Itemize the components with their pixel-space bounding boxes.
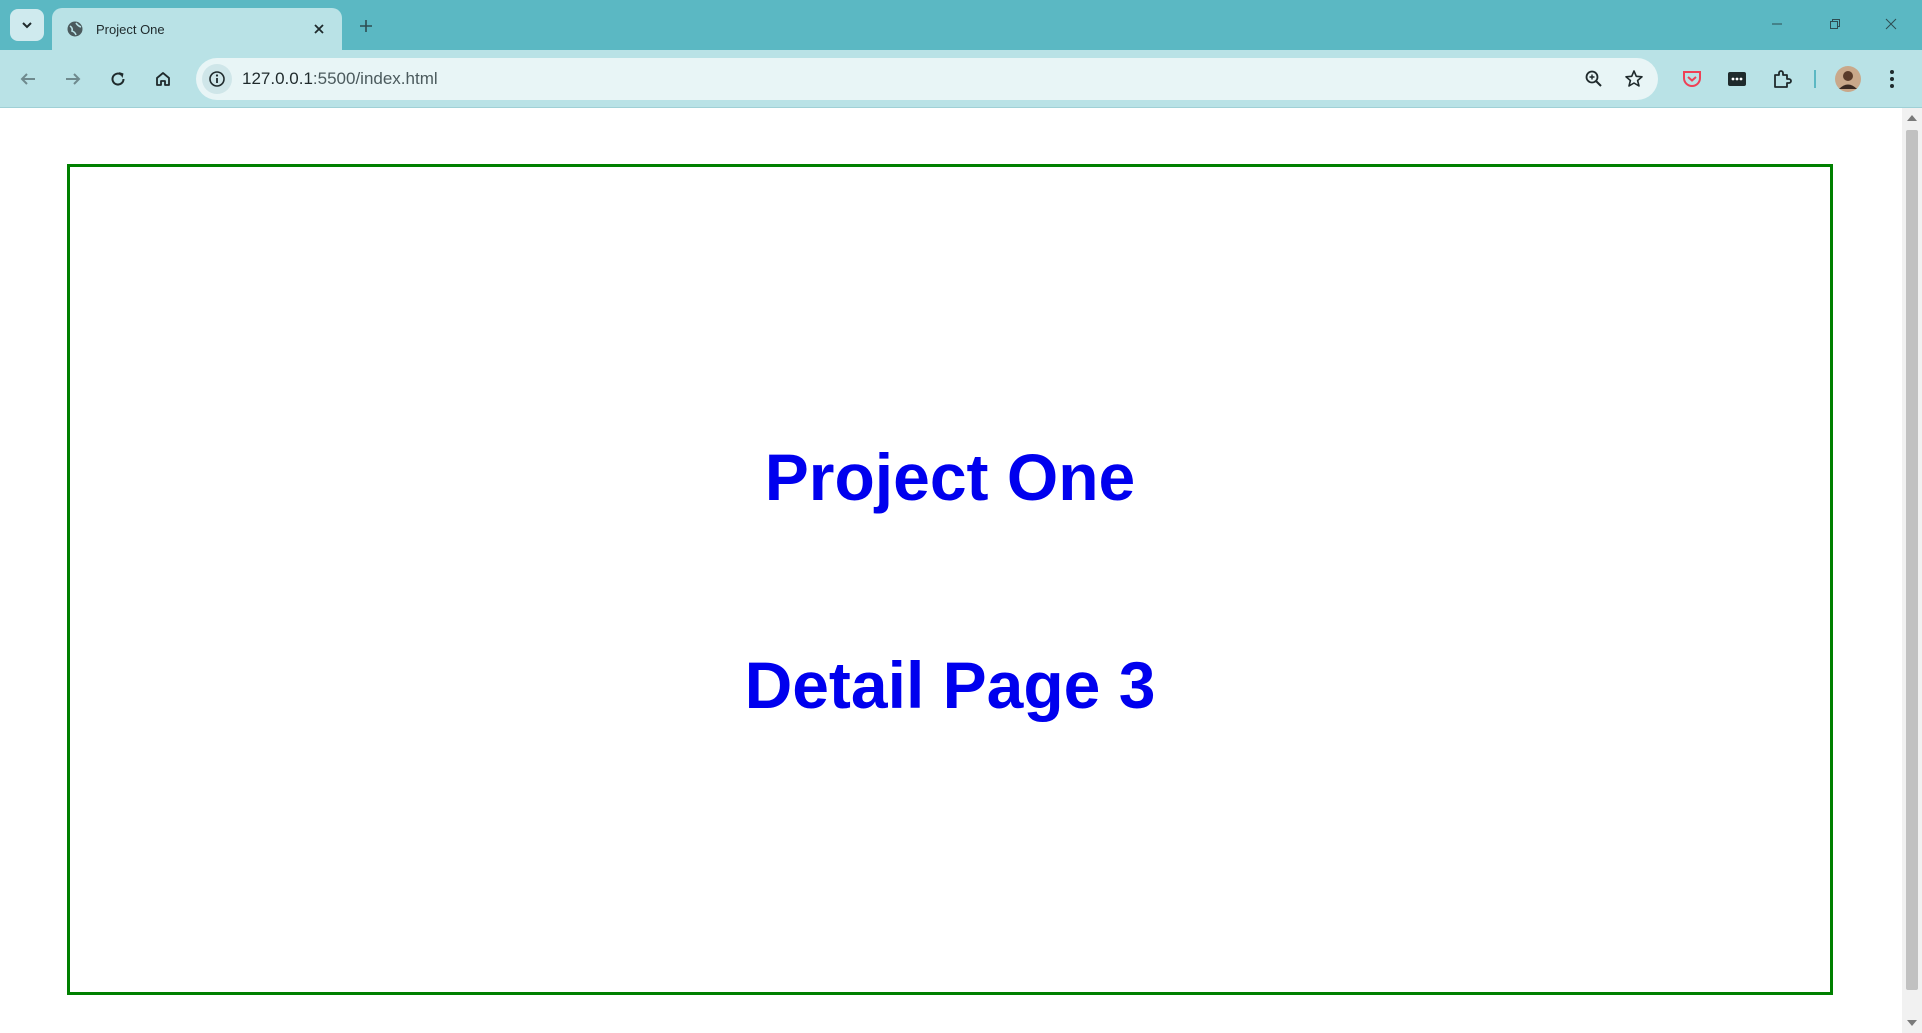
restore-icon — [1830, 19, 1840, 29]
zoom-icon[interactable] — [1578, 63, 1610, 95]
page-viewport: Project One Detail Page 3 — [0, 108, 1922, 1033]
info-icon[interactable] — [202, 64, 232, 94]
url-host: 127.0.0.1 — [242, 69, 313, 88]
password-icon — [1728, 72, 1746, 86]
toolbar-divider — [1814, 70, 1816, 88]
window-close-icon — [1885, 18, 1897, 30]
scroll-up-arrow[interactable] — [1907, 115, 1917, 121]
reload-icon — [111, 72, 125, 86]
close-icon[interactable] — [308, 18, 330, 40]
page-subtitle: Detail Page 3 — [744, 648, 1156, 722]
back-button[interactable] — [12, 63, 44, 95]
extensions-icon — [1774, 70, 1792, 88]
tab-title: Project One — [96, 21, 165, 37]
active-tab[interactable]: Project One — [52, 8, 342, 50]
content-box: Project One Detail Page 3 — [67, 164, 1833, 995]
star-icon[interactable] — [1618, 63, 1650, 95]
page-title: Project One — [764, 440, 1136, 514]
home-icon — [156, 72, 170, 86]
tab-strip: Project One — [0, 0, 1922, 50]
window-close-button[interactable] — [1868, 8, 1914, 40]
scroll-thumb[interactable] — [1906, 130, 1918, 990]
vertical-scrollbar[interactable] — [1902, 108, 1922, 1033]
pocket-button[interactable] — [1676, 63, 1708, 95]
globe-icon — [66, 20, 84, 38]
tab-search-button[interactable] — [10, 9, 44, 41]
plus-icon — [360, 20, 372, 32]
url-path: :5500/index.html — [312, 69, 438, 88]
avatar[interactable] — [1832, 63, 1864, 95]
forward-icon — [66, 73, 81, 85]
menu-icon — [1890, 70, 1894, 88]
extensions-button[interactable] — [1766, 63, 1798, 95]
menu-button[interactable] — [1876, 63, 1908, 95]
password-button[interactable] — [1721, 63, 1753, 95]
back-icon — [20, 73, 35, 85]
home-button[interactable] — [147, 63, 179, 95]
pocket-icon — [1683, 71, 1701, 87]
address-bar[interactable]: 127.0.0.1:5500/index.html — [196, 58, 1658, 100]
url-text[interactable]: 127.0.0.1:5500/index.html — [242, 69, 1578, 89]
forward-button[interactable] — [57, 63, 89, 95]
scroll-down-arrow[interactable] — [1907, 1020, 1917, 1026]
minimize-button[interactable] — [1754, 8, 1800, 40]
minimize-icon — [1772, 23, 1782, 25]
new-tab-button[interactable] — [352, 12, 380, 40]
reload-button[interactable] — [102, 63, 134, 95]
tab-search-icon — [22, 22, 32, 29]
restore-button[interactable] — [1812, 8, 1858, 40]
browser-toolbar: 127.0.0.1:5500/index.html — [0, 50, 1922, 108]
